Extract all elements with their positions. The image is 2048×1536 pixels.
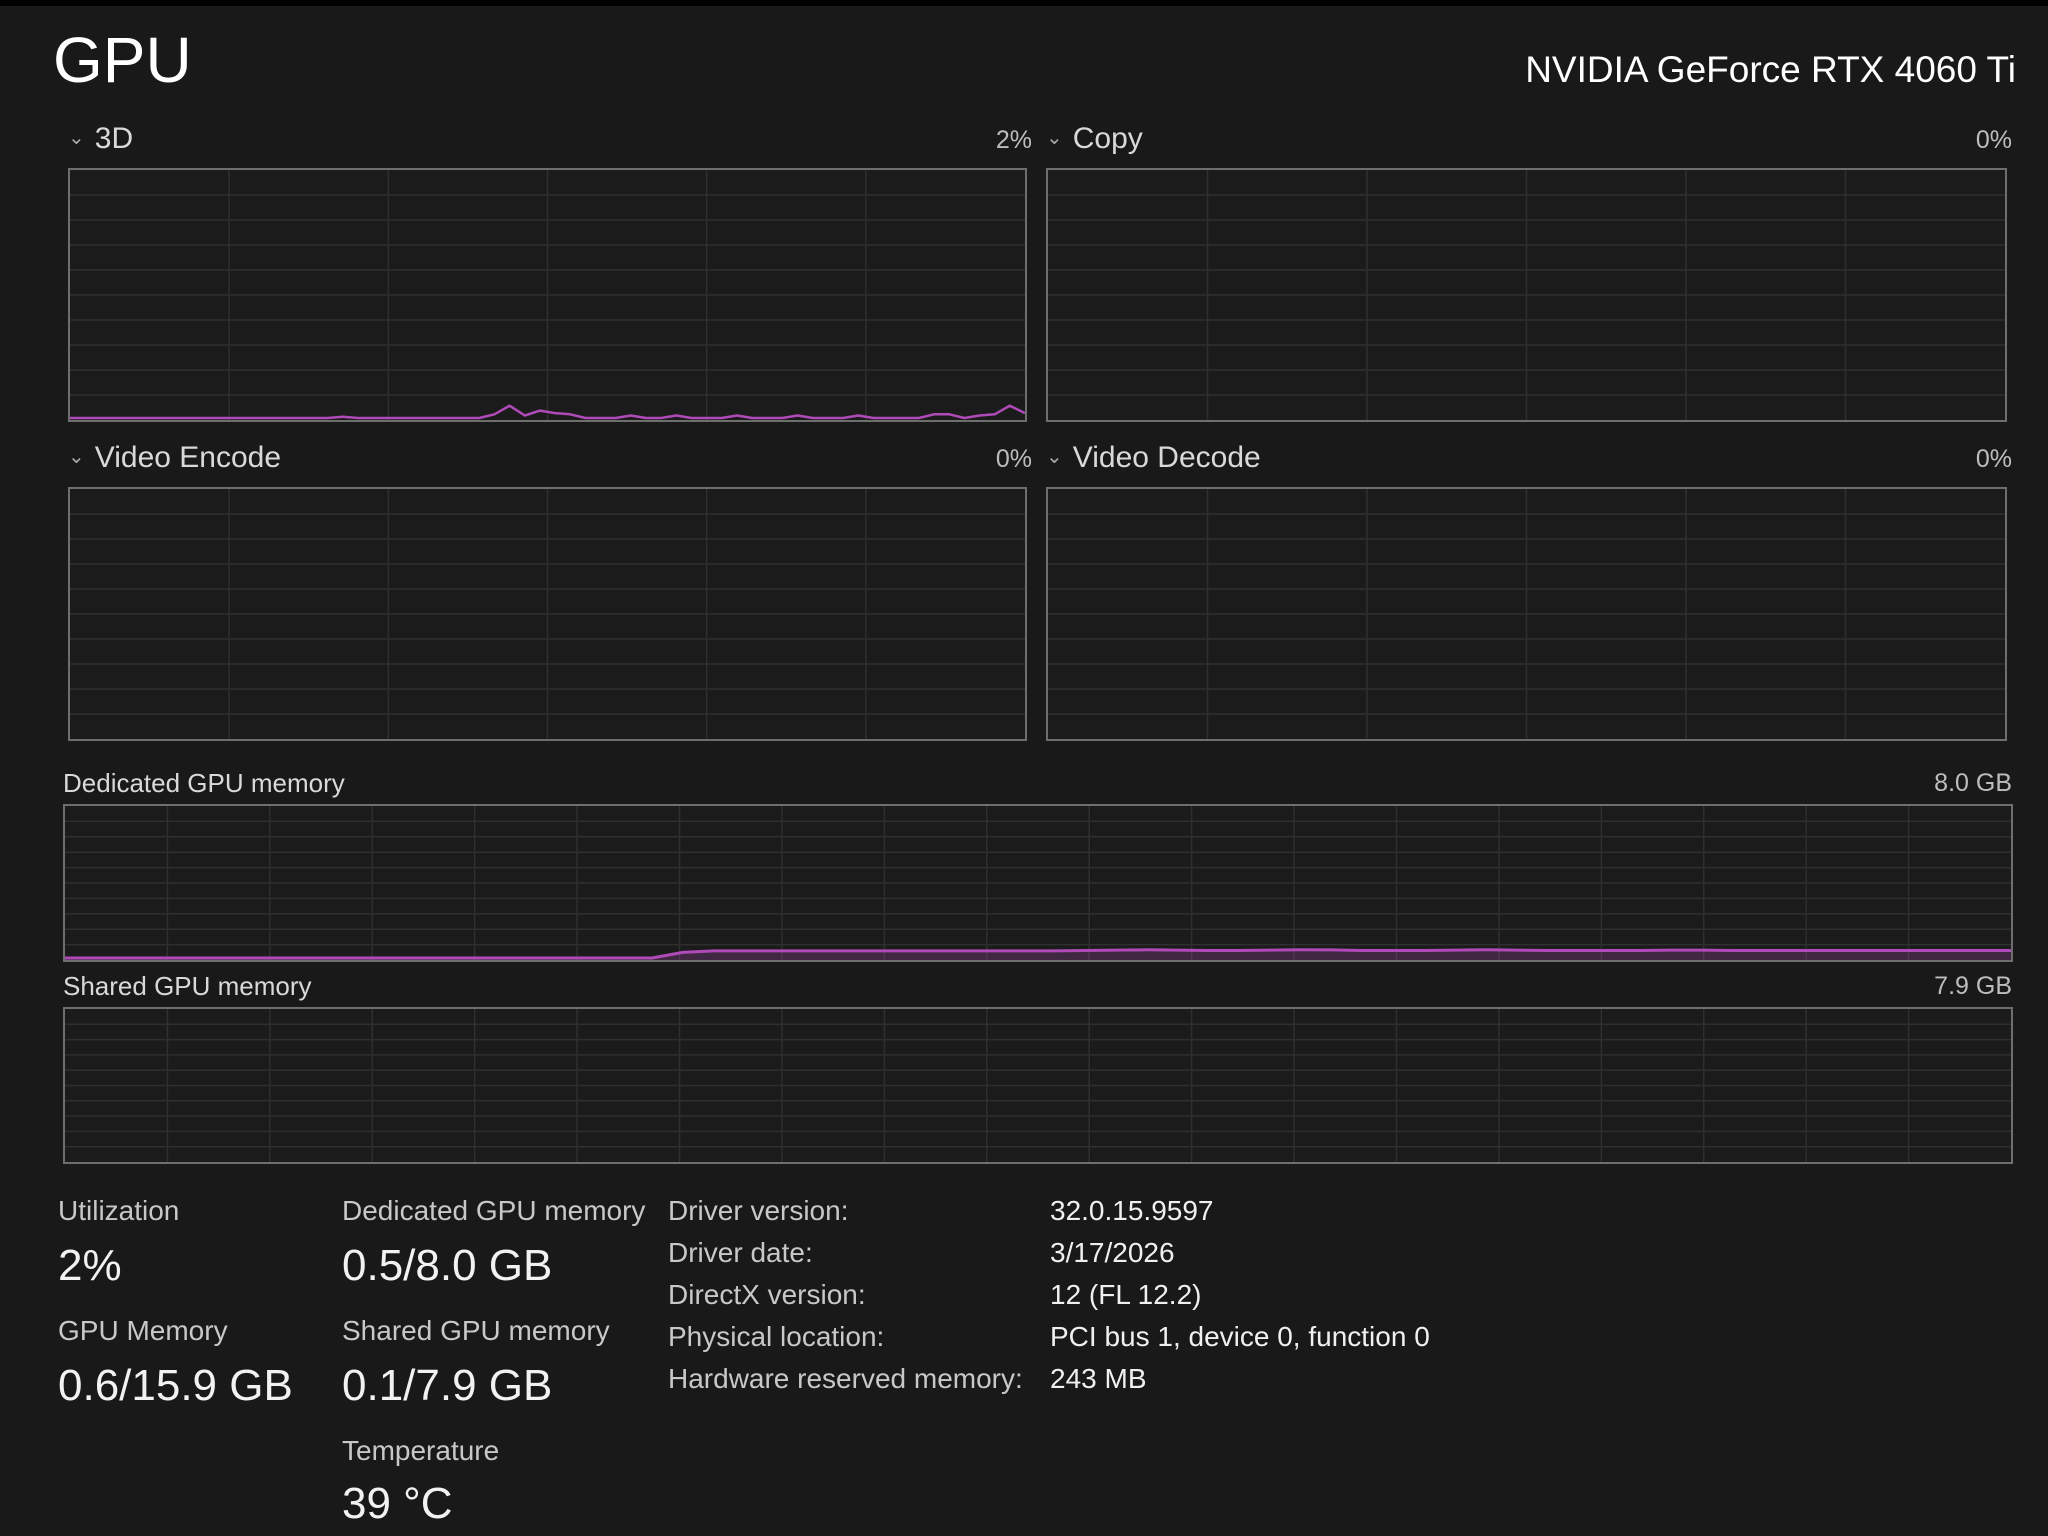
shared-memory-graph-label: Shared GPU memory <box>63 971 312 1001</box>
engine-copy-name: Copy <box>1072 122 1143 155</box>
gpu-memory-value: 0.6/15.9 GB <box>58 1361 293 1410</box>
engine-video-encode-value: 0% <box>995 445 1032 473</box>
utilization-label: Utilization <box>58 1195 180 1226</box>
shared-memory-graph <box>63 1007 2013 1164</box>
utilization-value: 2% <box>58 1241 122 1290</box>
gpu-memory-label: GPU Memory <box>58 1315 228 1346</box>
engine-copy-label[interactable]: ⌄ Copy <box>1046 121 1143 160</box>
engine-video-decode-graph <box>1046 487 2007 741</box>
directx-version-label: DirectX version: <box>668 1279 866 1310</box>
engine-copy-graph <box>1046 168 2007 422</box>
directx-version-value: 12 (FL 12.2) <box>1050 1279 1202 1310</box>
engine-video-encode-graph <box>68 487 1027 741</box>
driver-version-label: Driver version: <box>668 1195 849 1226</box>
temperature-label: Temperature <box>342 1435 500 1466</box>
engine-copy-chart <box>1048 170 2005 420</box>
dedicated-memory-graph-label: Dedicated GPU memory <box>63 768 345 798</box>
driver-date-value: 3/17/2026 <box>1050 1237 1175 1268</box>
shared-memory-label: Shared GPU memory <box>342 1315 610 1346</box>
dedicated-memory-label: Dedicated GPU memory <box>342 1195 646 1226</box>
engine-3d-value: 2% <box>995 126 1032 154</box>
page-title: GPU <box>53 24 192 96</box>
physical-location-value: PCI bus 1, device 0, function 0 <box>1050 1321 1430 1352</box>
chevron-down-icon[interactable]: ⌄ <box>68 439 85 475</box>
shared-memory-graph-max: 7.9 GB <box>1934 972 2012 1000</box>
gpu-model-name: NVIDIA GeForce RTX 4060 Ti <box>1525 49 2016 90</box>
dedicated-memory-value: 0.5/8.0 GB <box>342 1241 553 1290</box>
dedicated-memory-graph <box>63 804 2013 962</box>
engine-video-encode-chart <box>70 489 1025 739</box>
physical-location-label: Physical location: <box>668 1321 885 1352</box>
engine-video-encode-label[interactable]: ⌄ Video Encode <box>68 440 281 479</box>
shared-memory-chart <box>65 1009 2011 1162</box>
engine-video-decode-chart <box>1048 489 2005 739</box>
engine-video-decode-value: 0% <box>1975 445 2012 473</box>
chevron-down-icon[interactable]: ⌄ <box>1046 120 1063 156</box>
engine-video-encode-name: Video Encode <box>94 441 282 474</box>
chevron-down-icon[interactable]: ⌄ <box>1046 439 1063 475</box>
engine-3d-name: 3D <box>94 122 134 155</box>
temperature-value: 39 °C <box>342 1479 453 1528</box>
engine-3d-graph <box>68 168 1027 422</box>
dedicated-memory-chart <box>65 806 2011 960</box>
chevron-down-icon[interactable]: ⌄ <box>68 120 85 156</box>
engine-3d-chart <box>70 170 1025 420</box>
hardware-reserved-memory-label: Hardware reserved memory: <box>668 1363 1023 1394</box>
driver-version-value: 32.0.15.9597 <box>1050 1195 1214 1226</box>
hardware-reserved-memory-value: 243 MB <box>1050 1363 1147 1394</box>
engine-video-decode-name: Video Decode <box>1072 441 1261 474</box>
driver-date-label: Driver date: <box>668 1237 813 1268</box>
engine-copy-value: 0% <box>1975 126 2012 154</box>
shared-memory-value: 0.1/7.9 GB <box>342 1361 553 1410</box>
engine-video-decode-label[interactable]: ⌄ Video Decode <box>1046 440 1261 479</box>
engine-3d-label[interactable]: ⌄ 3D <box>68 121 133 160</box>
dedicated-memory-graph-max: 8.0 GB <box>1934 769 2012 797</box>
